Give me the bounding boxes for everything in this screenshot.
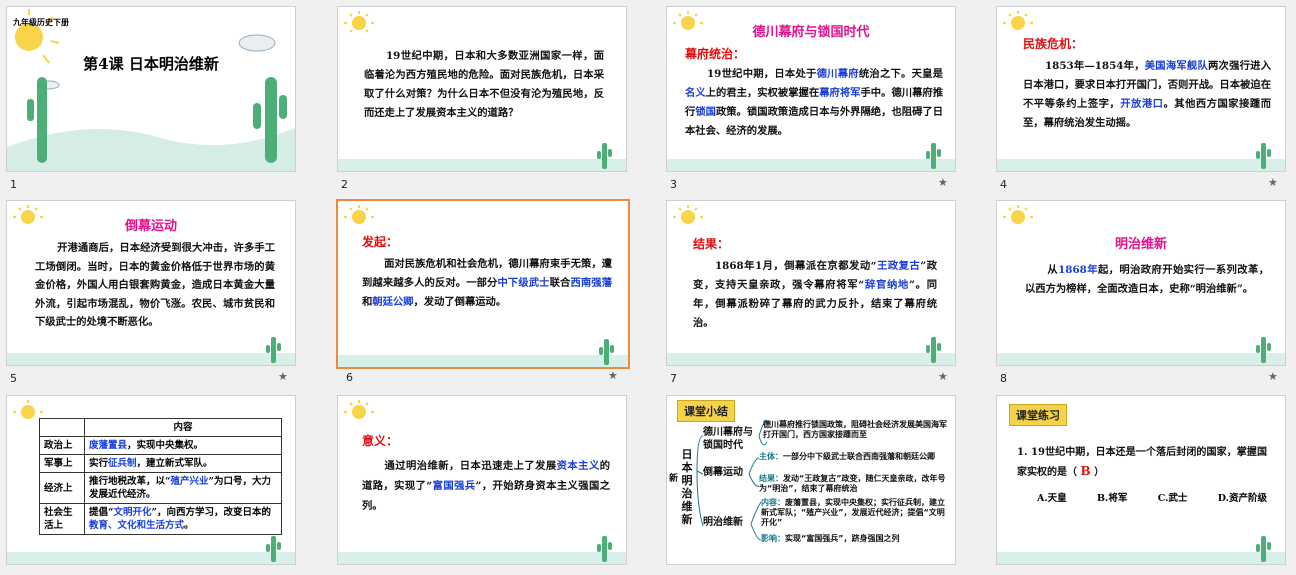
slide-3-canvas: 德川幕府与锁国时代 幕府统治： 19世纪中期，日本处于德川幕府统治之下。天皇是名…: [666, 6, 956, 172]
exercise-tag: 课堂练习: [1009, 404, 1067, 426]
animation-star-icon: ★: [938, 370, 948, 383]
slide-2-canvas: 19世纪中期，日本和大多数亚洲国家一样，面临着沦为西方殖民地的危险。面对民族危机…: [337, 6, 627, 172]
cactus-icon: [926, 337, 941, 363]
lesson-title: 第4课 日本明治维新: [83, 55, 219, 73]
slide-number: 4: [1000, 178, 1007, 191]
slide-8-title: 明治维新: [1114, 237, 1167, 252]
slide-4-canvas: 民族危机： 1853年—1854年，美国海军舰队两次强行进入日本港口，要求日本打…: [996, 6, 1286, 172]
slide-9-canvas: 内容 政治上 废藩置县，实现中央集权。 军事上 实行征兵制，建立新式军队。 经济上推…: [6, 395, 296, 565]
slide-11-canvas: 课堂小结 日本明治维新 新 德川幕府与锁国时代 德川幕府推行锁国政策，阻碍社会经…: [666, 395, 956, 565]
slide-number: 6: [346, 371, 353, 384]
grass-strip: [667, 353, 955, 365]
slide-12-canvas: 课堂练习 1. 19世纪中期，日本还是一个落后封闭的国家，掌握国家实权的是（ B…: [996, 395, 1286, 565]
slide-8-canvas: 明治维新 从1868年起，明治政府开始实行一系列改革，以西方为榜样，全面改造日本…: [996, 200, 1286, 366]
sun-icon: [344, 400, 374, 419]
table-row: 经济上 推行地税改革，以“殖产兴业”为口号，大力发展近代经济。: [39, 472, 282, 504]
animation-star-icon: ★: [938, 176, 948, 189]
slide-5-body: 开港通商后，日本经济受到很大冲击，许多手工工场倒闭。当时，日本的黄金价格低于世界…: [35, 242, 275, 328]
slide-2-body: 19世纪中期，日本和大多数亚洲国家一样，面临着沦为西方殖民地的危险。面对民族危机…: [364, 50, 604, 119]
sun-icon: [1003, 205, 1033, 224]
slide-number: 5: [10, 372, 17, 385]
cactus-icon: [1256, 337, 1271, 363]
option-b: B.将军: [1097, 493, 1128, 504]
slide-4-heading: 民族危机：: [1023, 37, 1084, 51]
slide-3-title: 德川幕府与锁国时代: [752, 25, 870, 40]
slide-1-background: [7, 9, 295, 171]
grass-strip: [7, 353, 295, 365]
branch-1: 德川幕府与锁国时代: [703, 427, 753, 451]
slide-3-heading: 幕府统治：: [685, 47, 746, 61]
slide-number: 8: [1000, 372, 1007, 385]
sun-icon: [673, 205, 703, 224]
grass-strip: [338, 552, 626, 564]
slide-number: 1: [10, 178, 17, 191]
slide-number: 2: [341, 178, 348, 191]
mindmap-root: 日本明治维新: [681, 448, 693, 526]
subject-label: 九年级历史下册: [13, 18, 69, 27]
grass-strip: [667, 159, 955, 171]
cactus-icon: [1256, 143, 1271, 169]
option-d: D.资产阶级: [1217, 493, 1267, 504]
table-row: 政治上 废藩置县，实现中央集权。: [39, 436, 282, 455]
cactus-icon: [599, 339, 614, 365]
branch-3: 明治维新: [703, 517, 743, 528]
grass-strip: [997, 552, 1285, 564]
sun-icon: [344, 205, 374, 224]
options: A.天皇 B.将军 C.武士 D.资产阶级: [1037, 490, 1267, 504]
slide-6-heading: 发起：: [362, 235, 399, 249]
grass-strip: [338, 159, 626, 171]
grass-strip: [997, 159, 1285, 171]
sun-icon: [1003, 11, 1033, 30]
slide-number: 3: [670, 178, 677, 191]
slide-number: 7: [670, 372, 677, 385]
cactus-icon: [266, 337, 281, 363]
slide-7-heading: 结果：: [693, 237, 730, 251]
grass-strip: [338, 355, 628, 367]
animation-star-icon: ★: [1268, 176, 1278, 189]
table-row: 军事上 实行征兵制，建立新式军队。: [39, 454, 282, 473]
answer: B: [1080, 464, 1091, 478]
slide-6-canvas: 发起： 面对民族危机和社会危机，德川幕府束手无策，遭到越来越多人的反对。一部分中…: [336, 199, 630, 369]
branch-2: 倒幕运动: [703, 467, 743, 478]
cactus-icon: [266, 536, 281, 562]
slide-10-heading: 意义：: [362, 434, 399, 448]
grass-strip: [997, 353, 1285, 365]
sun-icon: [344, 11, 374, 33]
option-a: A.天皇: [1037, 493, 1067, 504]
table-header: 内容: [84, 418, 282, 437]
cactus-icon: [926, 143, 941, 169]
cactus-icon: [597, 536, 612, 562]
table-row: 社会生活上 提倡“文明开化”，向西方学习，改变日本的教育、文化和生活方式。: [39, 503, 282, 535]
reform-table: 内容 政治上 废藩置县，实现中央集权。 军事上 实行征兵制，建立新式军队。 经济上推…: [39, 418, 282, 535]
slide-1-canvas: 九年级历史下册 第4课 日本明治维新: [6, 6, 296, 172]
animation-star-icon: ★: [1268, 370, 1278, 383]
cactus-icon: [1256, 536, 1271, 562]
slide-7-canvas: 结果： 1868年1月，倒幕派在京都发动“王政复古”政变，支持天皇亲政，强令幕府…: [666, 200, 956, 366]
slide-5-title: 倒幕运动: [124, 219, 177, 234]
animation-star-icon: ★: [608, 369, 618, 382]
slide-10-canvas: 意义： 通过明治维新，日本迅速走上了发展资本主义的道路，实现了“富国强兵”，开始…: [337, 395, 627, 565]
option-c: C.武士: [1157, 493, 1188, 504]
slide-5-canvas: 倒幕运动 开港通商后，日本经济受到很大冲击，许多手工工场倒闭。当时，日本的黄金价…: [6, 200, 296, 366]
cactus-icon: [597, 143, 612, 169]
animation-star-icon: ★: [278, 370, 288, 383]
grass-strip: [7, 552, 295, 564]
